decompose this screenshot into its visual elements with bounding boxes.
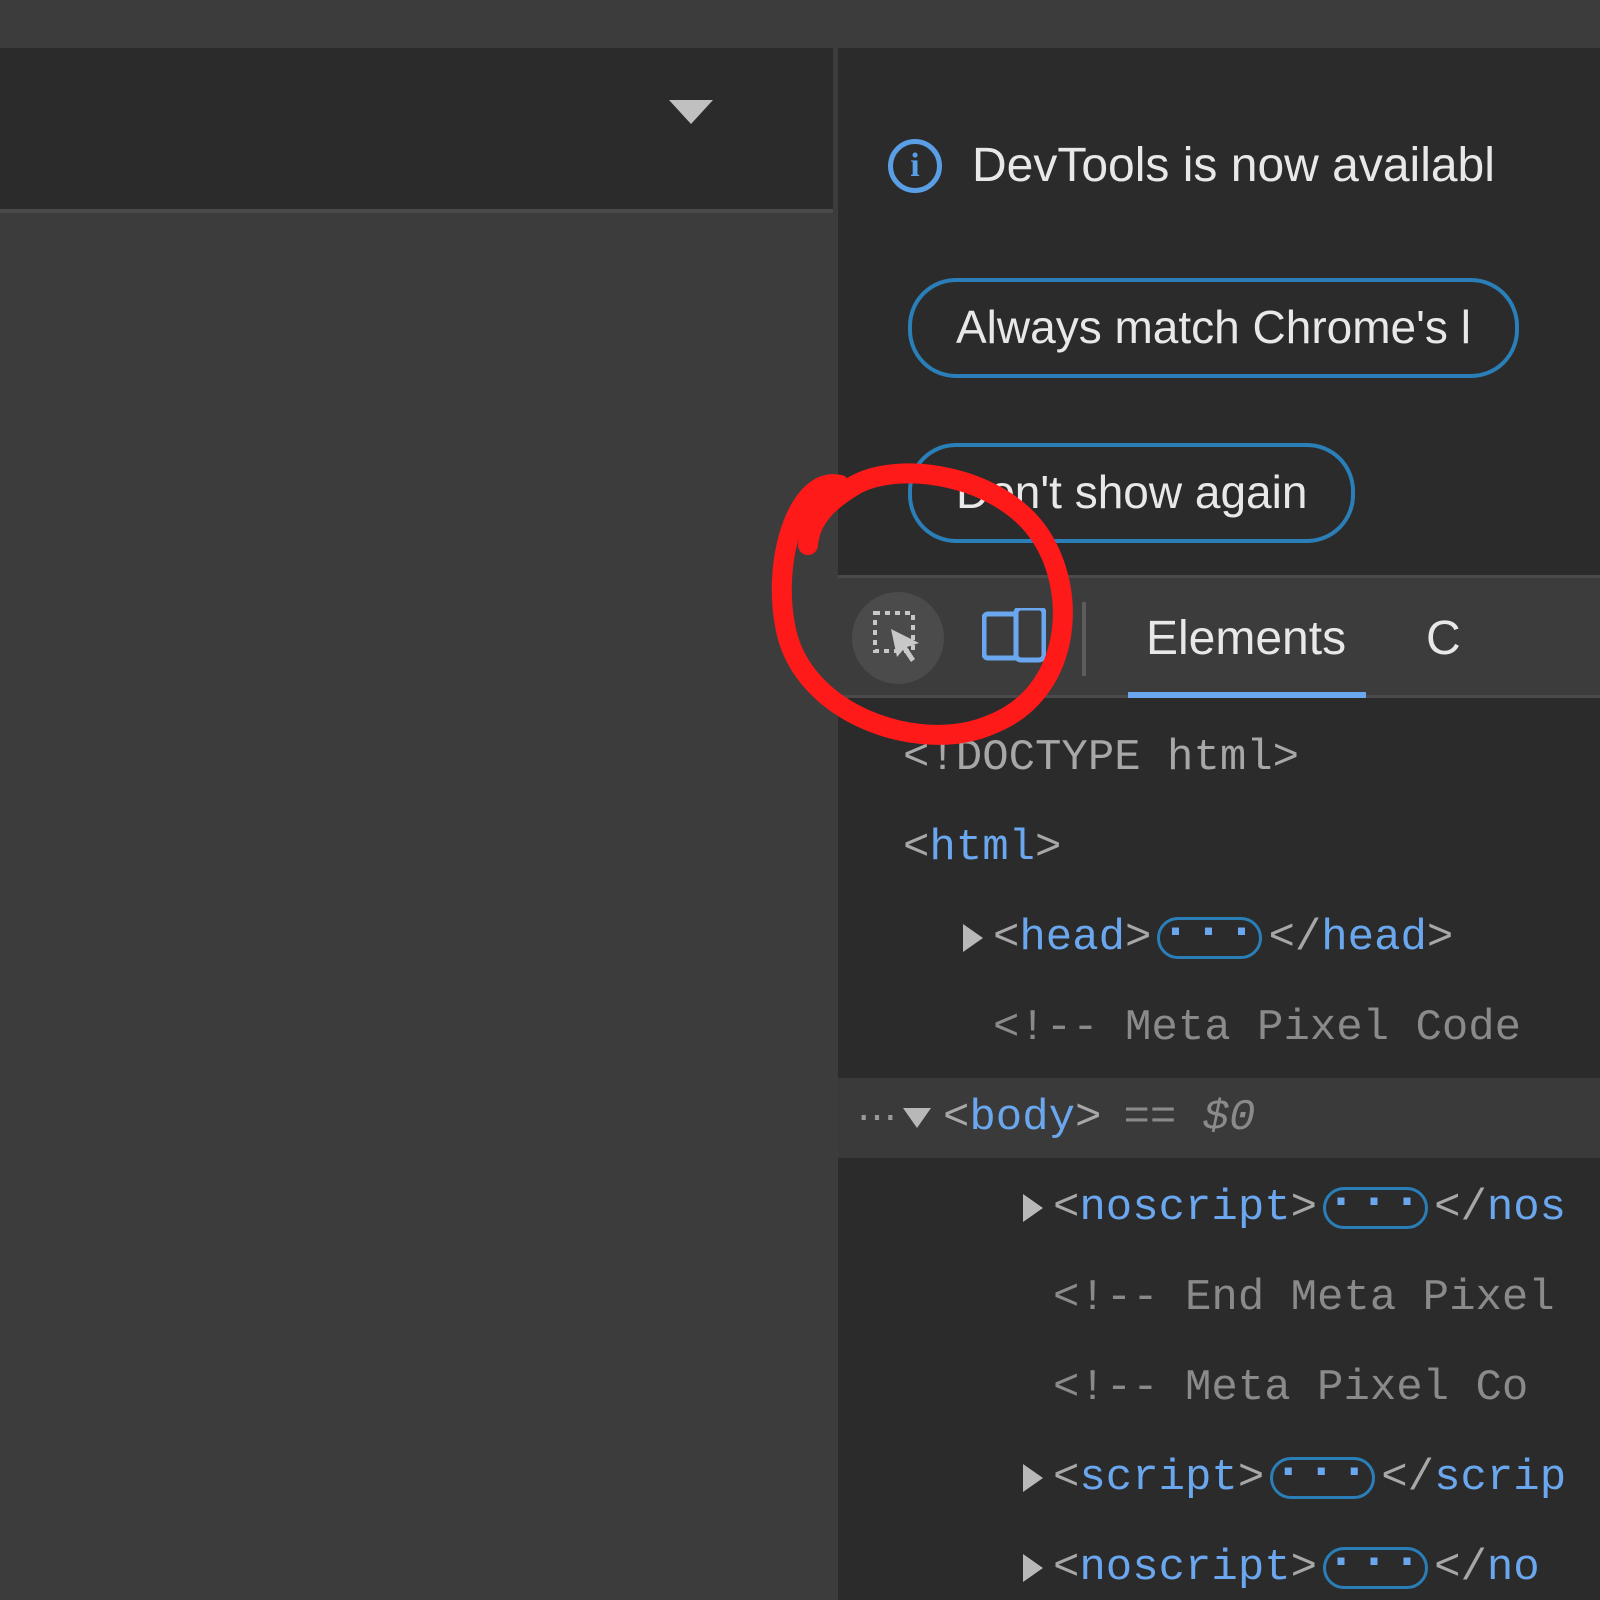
devtools-notification: i DevTools is now availabl Always match … [838,48,1600,578]
selected-node-indicator: == $0 [1123,1093,1255,1143]
device-toolbar-button[interactable] [968,592,1060,684]
info-icon: i [888,139,942,193]
dom-line-body-selected[interactable]: ⋯ <body> == $0 [838,1078,1600,1158]
ellipsis-badge[interactable]: ··· [1270,1457,1375,1499]
ellipsis-badge[interactable]: ··· [1323,1187,1428,1229]
dom-line-comment-meta-pixel-2[interactable]: <!-- Meta Pixel Co [838,1348,1600,1428]
devtools-toolbar: Elements C [838,578,1600,698]
toolbar-divider [1082,602,1086,676]
window-top-strip [0,0,1600,48]
dom-line-comment-end-meta-pixel[interactable]: <!-- End Meta Pixel [838,1258,1600,1338]
dont-show-again-label: Don't show again [956,466,1307,518]
dom-line-noscript-1[interactable]: <noscript> ··· </nos [838,1168,1600,1248]
left-tabbar[interactable] [0,48,833,213]
expand-triangle-icon[interactable] [963,924,983,952]
ellipsis-badge[interactable]: ··· [1157,917,1262,959]
tab-next-partial-label: C [1426,611,1461,666]
always-match-chrome-label: Always match Chrome's l [956,301,1471,353]
collapse-triangle-icon[interactable] [903,1108,931,1128]
expand-triangle-icon[interactable] [1023,1464,1043,1492]
expand-triangle-icon[interactable] [1023,1554,1043,1582]
dont-show-again-button[interactable]: Don't show again [908,443,1355,543]
left-pane-content [0,213,833,1600]
dom-line-comment-meta-pixel[interactable]: <!-- Meta Pixel Code [838,988,1600,1068]
dropdown-arrow-icon[interactable] [669,100,713,124]
tab-elements-label: Elements [1146,611,1346,666]
device-toolbar-icon [982,608,1046,669]
ellipsis-badge[interactable]: ··· [1323,1547,1428,1589]
left-pane [0,48,833,1600]
tab-elements[interactable]: Elements [1138,578,1354,698]
inspect-element-icon [871,609,925,668]
dom-line-doctype[interactable]: <!DOCTYPE html> [838,718,1600,798]
devtools-pane: i DevTools is now availabl Always match … [838,48,1600,1600]
expand-triangle-icon[interactable] [1023,1194,1043,1222]
always-match-chrome-button[interactable]: Always match Chrome's l [908,278,1519,378]
dom-line-html-open[interactable]: <html> [838,808,1600,888]
dom-line-noscript-2[interactable]: <noscript> ··· </no [838,1528,1600,1600]
dom-line-script[interactable]: <script> ··· </scrip [838,1438,1600,1518]
inspect-element-button[interactable] [852,592,944,684]
notification-title: DevTools is now availabl [972,138,1495,193]
dom-tree[interactable]: <!DOCTYPE html> <html> <head> ··· </head… [838,698,1600,1600]
notification-header: i DevTools is now availabl [888,138,1495,193]
gutter-ellipsis: ⋯ [838,1094,903,1143]
dom-doctype: <!DOCTYPE html> [903,733,1299,783]
dom-line-head[interactable]: <head> ··· </head> [838,898,1600,978]
tab-next-partial[interactable]: C [1418,578,1469,698]
